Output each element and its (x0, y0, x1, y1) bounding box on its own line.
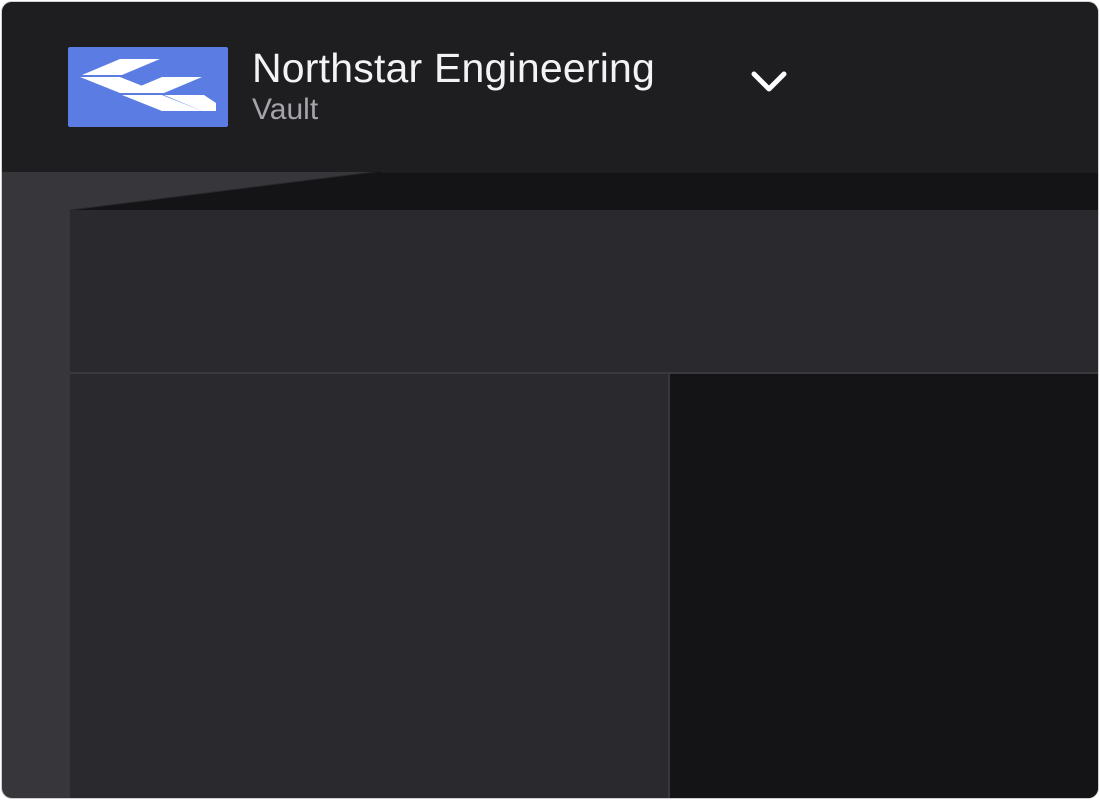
app-window: Northstar Engineering Vault (2, 2, 1098, 798)
workspace-name: Northstar Engineering (252, 45, 656, 91)
sidebar (70, 374, 670, 798)
main-panel (70, 210, 1098, 798)
content-area (670, 374, 1098, 798)
toolbar (70, 210, 1098, 374)
workspace-titles: Northstar Engineering Vault (252, 44, 655, 130)
workspace-header: Northstar Engineering Vault (2, 2, 1098, 172)
workspace-switcher-button[interactable] (744, 60, 794, 104)
workspace-logo (68, 47, 228, 127)
workspace-product: Vault (252, 93, 319, 126)
chevron-down-icon (749, 69, 789, 95)
